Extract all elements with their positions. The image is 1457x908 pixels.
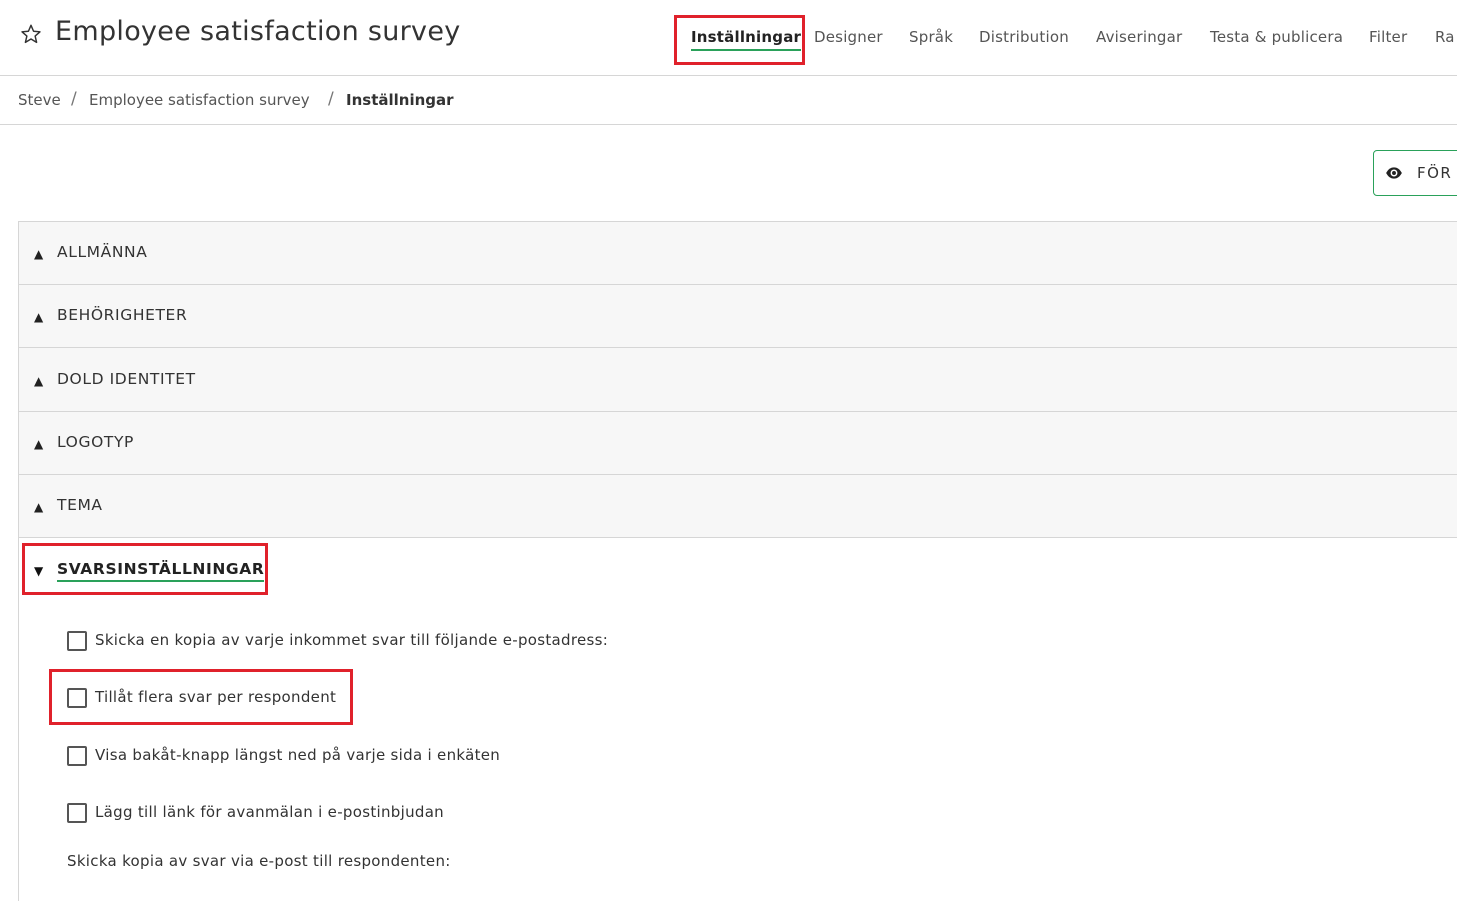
tab-filter[interactable]: Filter [1369, 28, 1407, 46]
settings-accordion: ▲ ALLMÄNNA ▲ BEHÖRIGHETER ▲ DOLD IDENTIT… [18, 221, 1457, 908]
section-svarsinstallningar: ▼ SVARSINSTÄLLNINGAR Skicka en kopia av … [19, 538, 1457, 908]
collapse-arrow-icon: ▲ [34, 310, 44, 324]
section-label: TEMA [57, 496, 103, 514]
section-dold-identitet[interactable]: ▲ DOLD IDENTITET [19, 348, 1457, 412]
section-logotyp[interactable]: ▲ LOGOTYP [19, 412, 1457, 475]
breadcrumb-current: Inställningar [346, 91, 454, 109]
tab-sprak[interactable]: Språk [909, 28, 953, 46]
checkbox-label: Lägg till länk för avanmälan i e-postinb… [95, 803, 444, 821]
checkbox[interactable] [67, 688, 87, 708]
section-allmanna[interactable]: ▲ ALLMÄNNA [19, 222, 1457, 285]
checkbox[interactable] [67, 746, 87, 766]
section-label: DOLD IDENTITET [57, 370, 196, 388]
breadcrumb-survey[interactable]: Employee satisfaction survey [89, 91, 310, 109]
section-label: LOGOTYP [57, 433, 134, 451]
tab-designer[interactable]: Designer [814, 28, 883, 46]
eye-icon [1386, 167, 1402, 179]
page-title: Employee satisfaction survey [55, 16, 461, 47]
collapse-arrow-icon: ▲ [34, 437, 44, 451]
preview-button-label: FÖR [1417, 164, 1453, 182]
checkbox-label: Skicka en kopia av varje inkommet svar t… [95, 631, 609, 649]
tab-testa-publicera[interactable]: Testa & publicera [1210, 28, 1343, 46]
section-label: ALLMÄNNA [57, 243, 148, 261]
star-icon[interactable] [20, 23, 42, 45]
collapse-arrow-icon: ▲ [34, 247, 44, 261]
checkbox[interactable] [67, 803, 87, 823]
checkbox-label: Visa bakåt-knapp längst ned på varje sid… [95, 746, 501, 764]
collapse-arrow-icon: ▲ [34, 500, 44, 514]
section-label-svarsinstallningar[interactable]: SVARSINSTÄLLNINGAR [57, 560, 265, 582]
breadcrumb-steve[interactable]: Steve [18, 91, 61, 109]
expand-arrow-icon[interactable]: ▼ [34, 564, 43, 578]
section-label: BEHÖRIGHETER [57, 306, 188, 324]
checkbox[interactable] [67, 631, 87, 651]
tab-rapporter[interactable]: Ra [1435, 28, 1455, 46]
section-tema[interactable]: ▲ TEMA [19, 475, 1457, 538]
section-behorigheter[interactable]: ▲ BEHÖRIGHETER [19, 285, 1457, 348]
checkbox-label: Tillåt flera svar per respondent [95, 688, 337, 706]
copy-to-respondent-label: Skicka kopia av svar via e-post till res… [67, 852, 451, 870]
collapse-arrow-icon: ▲ [34, 374, 44, 388]
tab-installningar[interactable]: Inställningar [691, 28, 802, 51]
tab-aviseringar[interactable]: Aviseringar [1096, 28, 1182, 46]
tab-distribution[interactable]: Distribution [979, 28, 1069, 46]
preview-button[interactable]: FÖR [1373, 150, 1457, 196]
top-header: Employee satisfaction survey Inställning… [0, 0, 1457, 76]
breadcrumb-separator: / [328, 89, 334, 109]
breadcrumb-separator: / [71, 89, 77, 109]
breadcrumb: Steve / Employee satisfaction survey / I… [0, 76, 1457, 125]
